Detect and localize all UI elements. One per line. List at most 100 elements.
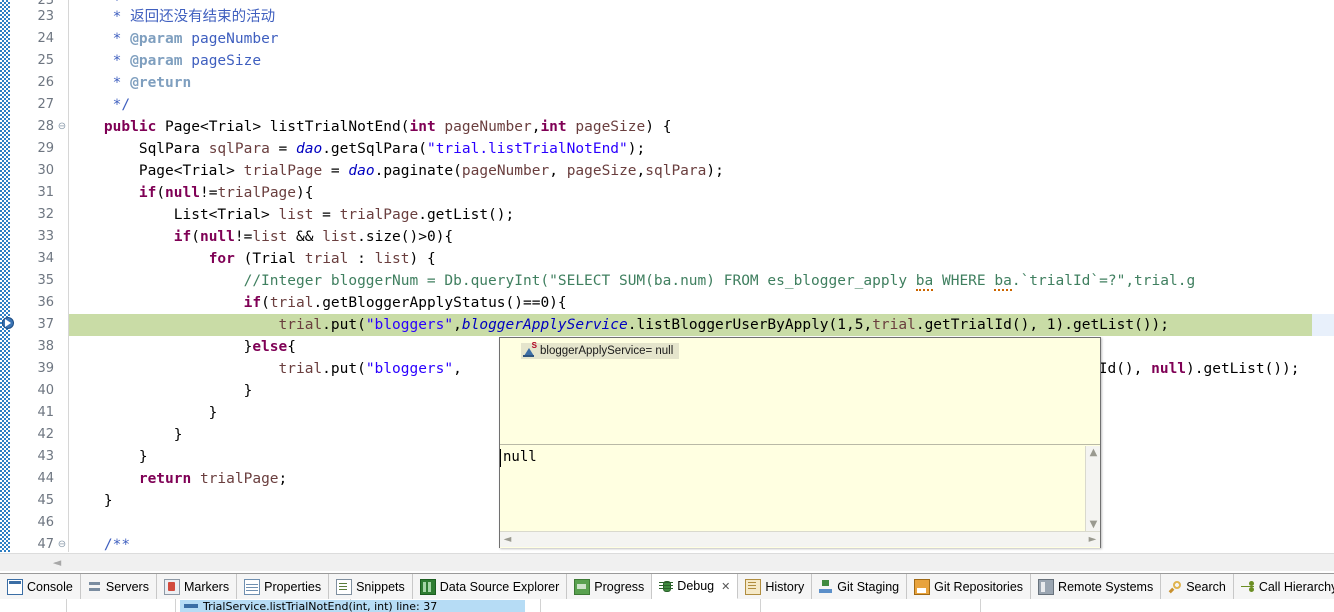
line-number: 23 [37,9,54,24]
remote-icon [1038,578,1055,595]
code-line-26: * @return [69,75,192,91]
line-number: 24 [37,31,54,46]
tab-markers[interactable]: Markers [156,574,238,599]
line-number: 44 [37,471,54,486]
tab-console[interactable]: Console [0,574,81,599]
popup-horizontal-scrollbar[interactable]: ◄ ► [500,531,1100,547]
panel-divider [66,599,67,612]
tab-label: Properties [264,579,322,594]
line-number: 32 [37,207,54,222]
code-line-24: * @param pageNumber [69,31,279,47]
code-line-30: Page<Trial> trialPage = dao.paginate(pag… [69,163,724,179]
debug-view-panel[interactable]: TrialService.listTrialNotEnd(int, int) l… [0,599,1334,612]
scroll-right-icon[interactable]: ► [1085,532,1100,547]
tab-label: Git Repositories [934,579,1024,594]
editor-horizontal-scrollbar[interactable]: ◄ [0,553,1334,571]
code-line-28: public Page<Trial> listTrialNotEnd(int p… [69,119,672,135]
database-icon [419,578,436,595]
tab-call-hierarchy[interactable]: Call Hierarchy [1233,574,1334,599]
popup-value: null [503,449,537,465]
line-number: 47 [37,537,54,552]
code-line-45: } [69,493,113,509]
tab-debug[interactable]: Debug ✕ [652,574,739,599]
code-line-38: }else{ [69,339,296,355]
progress-icon [574,578,591,595]
tab-remote-systems[interactable]: Remote Systems [1031,574,1162,599]
code-line-41: } [69,405,218,421]
search-icon [1168,580,1182,594]
editor-line-number-ruler[interactable]: 23 23 24 25 26 27 28 ⊖ 29 30 31 32 33 34… [2,0,69,552]
fold-toggle-icon[interactable]: ⊖ [56,116,68,138]
bottom-view-tab-bar[interactable]: Console Servers Markers Properties Snipp… [0,573,1334,600]
tab-data-source-explorer[interactable]: Data Source Explorer [412,574,568,599]
tab-history[interactable]: History [738,574,813,599]
panel-divider [540,599,541,612]
scroll-down-icon[interactable]: ▼ [1086,518,1101,532]
line-number: 40 [37,383,54,398]
close-icon[interactable]: ✕ [721,580,730,593]
tab-properties[interactable]: Properties [237,574,330,599]
scroll-left-icon[interactable]: ◄ [50,555,64,570]
line-number: 25 [37,53,54,68]
tab-search[interactable]: Search [1161,574,1234,599]
popup-vertical-scrollbar[interactable]: ▲ ▼ [1085,446,1100,532]
tab-label: Progress [594,579,645,594]
current-line-selection-tail [1312,314,1334,336]
tab-label: Console [27,579,73,594]
fold-toggle-icon[interactable]: ⊖ [56,534,68,552]
debug-current-line-marker-icon [2,317,15,330]
line-number: 36 [37,295,54,310]
line-number: 26 [37,75,54,90]
code-line-44: return trialPage; [138,471,288,487]
panel-divider [175,599,176,612]
history-icon [745,578,762,595]
line-number: 38 [37,339,54,354]
line-number: 43 [37,449,54,464]
code-line-43: } [69,449,148,465]
markers-icon [163,578,180,595]
code-line-31: if(null!=trialPage){ [138,185,314,201]
code-text: * 返回还没有结束的活动 [69,9,276,25]
line-number: 35 [37,273,54,288]
tab-label: Markers [183,579,230,594]
code-line-40: } [69,383,253,399]
variable-inspect-popup[interactable]: S bloggerApplyService= null null ▲ ▼ ◄ ► [499,337,1101,548]
line-number: 34 [37,251,54,266]
code-line-23: * 返回还没有结束的活动 [69,6,275,28]
line-number: 33 [37,229,54,244]
tab-label: Git Staging [837,579,900,594]
code-line-39: trial.put("bloggers", [278,361,462,377]
code-line-32: List<Trial> list = trialPage.getList(); [69,207,515,223]
popup-value-text: null [500,449,537,467]
code-line-37: trial.put("bloggers",bloggerApplyService… [278,317,1170,333]
tab-servers[interactable]: Servers [80,574,157,599]
stack-frame-label: TrialService.listTrialNotEnd(int, int) l… [203,600,438,612]
debug-stack-frame-row[interactable]: TrialService.listTrialNotEnd(int, int) l… [180,600,525,612]
tab-progress[interactable]: Progress [567,574,653,599]
tab-git-staging[interactable]: Git Staging [812,574,908,599]
git-repo-icon [914,578,931,595]
java-source-editor[interactable]: 23 23 24 25 26 27 28 ⊖ 29 30 31 32 33 34… [0,0,1334,552]
code-line-29: SqlPara sqlPara = dao.getSqlPara("trial.… [69,141,646,157]
code-line-47: /** [69,537,131,552]
servers-icon [88,580,102,594]
line-number: 41 [37,405,54,420]
console-icon [7,578,23,595]
scroll-up-icon[interactable]: ▲ [1086,446,1101,460]
static-field-icon: S [523,342,537,357]
popup-variable-annotation: S bloggerApplyService= null [521,342,680,359]
popup-detail-pane: S bloggerApplyService= null [500,338,1100,445]
code-line-34: for (Trial trial : list) { [208,251,436,267]
tab-snippets[interactable]: Snippets [329,574,413,599]
code-line-35: //Integer bloggerNum = Db.queryInt("SELE… [69,273,1196,291]
tab-label: Remote Systems [1058,579,1154,594]
line-number: 39 [37,361,54,376]
eclipse-ide-window: 23 23 24 25 26 27 28 ⊖ 29 30 31 32 33 34… [0,0,1334,612]
scroll-left-icon[interactable]: ◄ [500,532,515,547]
code-line-33: if(null!=list && list.size()>0){ [173,229,454,245]
tab-git-repositories[interactable]: Git Repositories [907,574,1032,599]
code-line-42: } [69,427,183,443]
tab-label: Debug [677,579,715,593]
popup-variable-label: bloggerApplyService= null [540,345,674,357]
line-number: 27 [37,97,54,112]
